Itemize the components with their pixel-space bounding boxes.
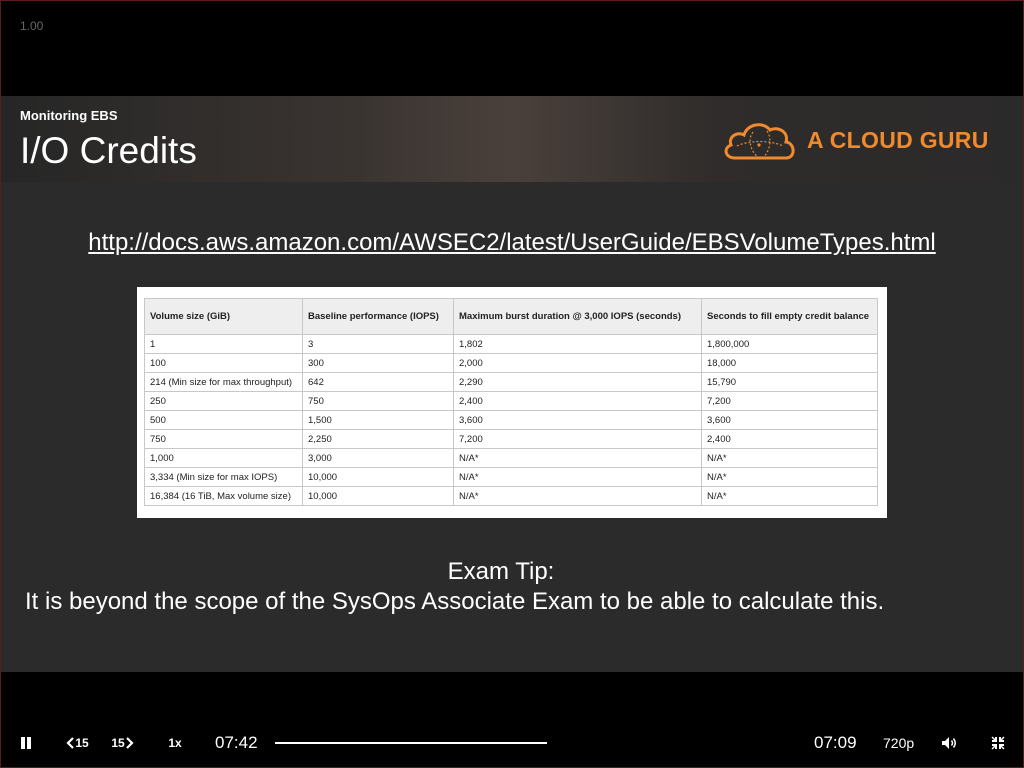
table-cell: 3,334 (Min size for max IOPS): [144, 467, 303, 487]
table-header: Seconds to fill empty credit balance: [701, 298, 878, 335]
table-row: 750 2,250 7,200 2,400: [144, 429, 878, 449]
table-cell: 750: [144, 429, 303, 449]
table-row: 1,000 3,000 N/A* N/A*: [144, 448, 878, 468]
table-cell: 10,000: [302, 467, 454, 487]
table-cell: 3,600: [453, 410, 702, 430]
remaining-time: 07:09: [814, 733, 857, 752]
cloud-logo-icon: [724, 123, 795, 160]
video-slide[interactable]: Monitoring EBS I/O Credits A CLOUD GURU …: [1, 96, 1023, 672]
table-cell: 3: [302, 334, 454, 354]
slide-banner: Monitoring EBS I/O Credits A CLOUD GURU: [1, 96, 1023, 182]
logo-text: A CLOUD GURU: [807, 126, 989, 153]
table-cell: 16,384 (16 TiB, Max volume size): [144, 486, 303, 506]
table-cell: 1,802: [453, 334, 702, 354]
table-cell: 642: [302, 372, 454, 392]
player-controls: 15 15 1x 07:42 07:09 720p: [0, 722, 1024, 764]
table-cell: 300: [302, 353, 454, 373]
table-cell: 18,000: [701, 353, 878, 373]
table-row: 1 3 1,802 1,800,000: [144, 334, 878, 354]
table-cell: 250: [144, 391, 303, 411]
table-cell: 3,000: [302, 448, 454, 468]
speed-overlay: 1.00: [20, 19, 44, 33]
table-cell: 2,400: [453, 391, 702, 411]
table-row: 500 1,500 3,600 3,600: [144, 410, 878, 430]
table-cell: 2,290: [453, 372, 702, 392]
table-header-row: Volume size (GiB) Baseline performance (…: [144, 298, 878, 335]
table-cell: 1,800,000: [701, 334, 878, 354]
table-cell: N/A*: [701, 467, 878, 487]
table-cell: 2,250: [302, 429, 454, 449]
table-cell: 3,600: [701, 410, 878, 430]
slide-title: I/O Credits: [20, 130, 197, 171]
pause-button[interactable]: [14, 732, 38, 754]
ebs-credits-table: Volume size (GiB) Baseline performance (…: [144, 298, 878, 506]
table-cell: 1,500: [302, 410, 454, 430]
table-cell: 10,000: [302, 486, 454, 506]
table-row: 250 750 2,400 7,200: [144, 391, 878, 411]
table-cell: 7,200: [701, 391, 878, 411]
table-cell: 500: [144, 410, 303, 430]
volume-icon: [942, 737, 956, 749]
ebs-table-image: Volume size (GiB) Baseline performance (…: [137, 287, 887, 518]
forward-15-icon: [125, 737, 134, 749]
doc-link[interactable]: http://docs.aws.amazon.com/AWSEC2/latest…: [1, 229, 1023, 257]
slide-section: Monitoring EBS: [20, 108, 118, 123]
table-header: Baseline performance (IOPS): [302, 298, 454, 335]
table-cell: 15,790: [701, 372, 878, 392]
table-cell: N/A*: [453, 448, 702, 468]
table-row: 3,334 (Min size for max IOPS) 10,000 N/A…: [144, 467, 878, 487]
table-cell: 750: [302, 391, 454, 411]
table-row: 214 (Min size for max throughput) 642 2,…: [144, 372, 878, 392]
progress-bar[interactable]: [275, 742, 547, 744]
table-cell: 214 (Min size for max throughput): [144, 372, 303, 392]
table-cell: 1,000: [144, 448, 303, 468]
forward-button[interactable]: 15: [106, 732, 140, 754]
table-cell: 1: [144, 334, 303, 354]
rewind-15-icon: [66, 737, 75, 749]
table-cell: 100: [144, 353, 303, 373]
volume-button[interactable]: [938, 732, 962, 754]
brand-logo: A CLOUD GURU: [723, 118, 989, 162]
forward-label: 15: [111, 736, 125, 750]
exam-tip-title: Exam Tip:: [447, 558, 555, 585]
table-row: 100 300 2,000 18,000: [144, 353, 878, 373]
table-cell: N/A*: [453, 486, 702, 506]
exit-fullscreen-icon: [991, 736, 1005, 750]
table-cell: 2,000: [453, 353, 702, 373]
pause-icon: [21, 737, 31, 749]
quality-button[interactable]: 720p: [883, 735, 914, 751]
table-cell: N/A*: [701, 486, 878, 506]
table-header: Volume size (GiB): [144, 298, 303, 335]
exam-tip-text: It is beyond the scope of the SysOps Ass…: [25, 588, 885, 615]
table-cell: N/A*: [701, 448, 878, 468]
table-cell: N/A*: [453, 467, 702, 487]
table-row: 16,384 (16 TiB, Max volume size) 10,000 …: [144, 486, 878, 506]
elapsed-time: 07:42: [215, 733, 258, 752]
rewind-button[interactable]: 15: [60, 732, 94, 754]
exit-fullscreen-button[interactable]: [987, 732, 1009, 754]
speed-button[interactable]: 1x: [160, 732, 190, 754]
rewind-label: 15: [75, 736, 89, 750]
table-header: Maximum burst duration @ 3,000 IOPS (sec…: [453, 298, 702, 335]
table-cell: 2,400: [701, 429, 878, 449]
table-cell: 7,200: [453, 429, 702, 449]
